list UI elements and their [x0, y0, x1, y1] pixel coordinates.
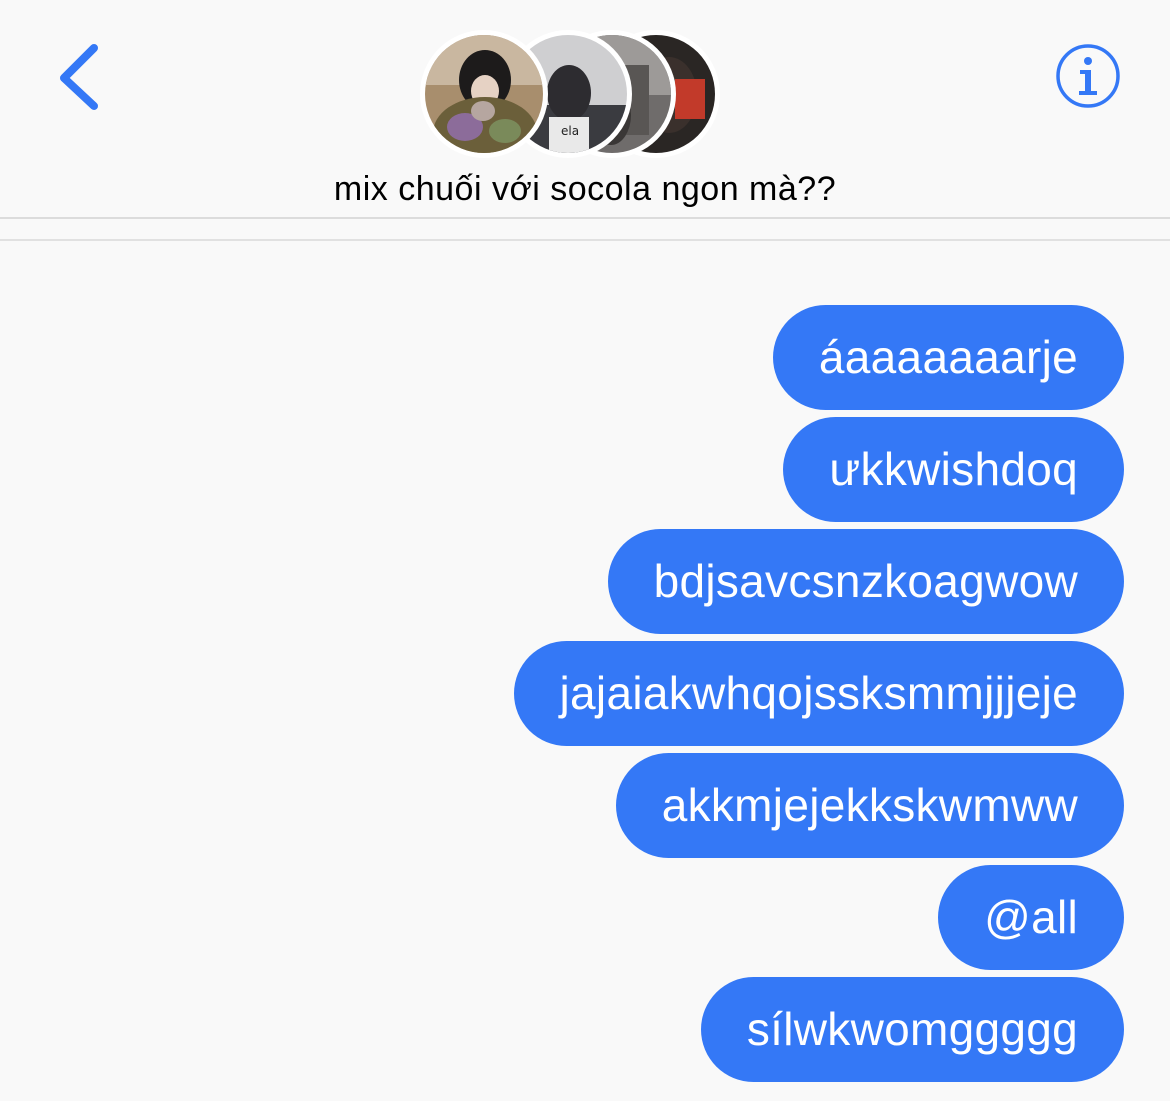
- avatar: [420, 30, 548, 158]
- back-button[interactable]: [52, 40, 112, 112]
- info-button[interactable]: [1055, 43, 1121, 109]
- message-bubble[interactable]: sílwkwomggggg: [700, 977, 1124, 1082]
- chat-header: ela mix chuối với socola ngon mà??: [0, 0, 1170, 218]
- message-bubble[interactable]: áaaaaaaarje: [772, 305, 1124, 410]
- svg-text:ela: ela: [561, 124, 579, 138]
- chat-screen: ela mix chuối với socola ngon mà?? áaaaa…: [0, 0, 1170, 1101]
- group-avatars[interactable]: ela: [420, 30, 720, 158]
- info-circle-icon: [1056, 44, 1120, 108]
- message-list: áaaaaaaarje ưkkwishdoq bdjsavcsnzkoagwow…: [513, 305, 1124, 1082]
- message-bubble[interactable]: jajaiakwhqojssksmmjjjeje: [513, 641, 1124, 746]
- message-bubble[interactable]: bdjsavcsnzkoagwow: [607, 529, 1124, 634]
- message-bubble[interactable]: ưkkwishdoq: [783, 417, 1124, 522]
- chevron-left-icon: [60, 44, 98, 110]
- header-divider: [0, 239, 1170, 241]
- conversation-title: mix chuối với socola ngon mà??: [333, 170, 837, 208]
- message-bubble[interactable]: akkmjejekkskwmww: [615, 753, 1124, 858]
- header-divider: [0, 217, 1170, 219]
- message-bubble[interactable]: @all: [938, 865, 1124, 970]
